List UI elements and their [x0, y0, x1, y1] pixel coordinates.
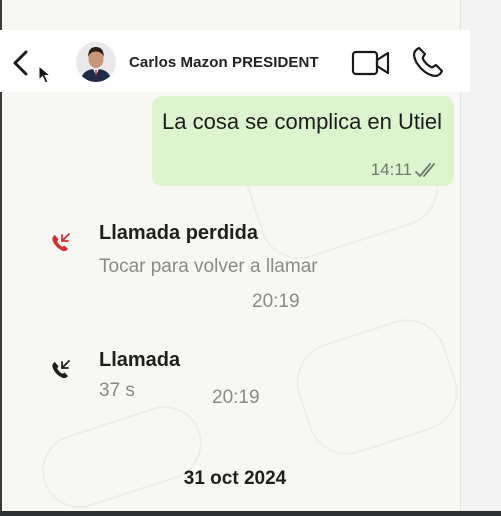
call-time: 20:19: [212, 387, 260, 408]
chat-screen: Carlos Mazon PRESIDENT La cosa se compli…: [0, 0, 501, 516]
chat-header: Carlos Mazon PRESIDENT: [0, 30, 470, 92]
contact-name[interactable]: Carlos Mazon PRESIDENT: [129, 54, 319, 71]
call-title: Llamada perdida: [99, 222, 258, 244]
voice-call-button[interactable]: [410, 44, 446, 80]
call-subtitle: Tocar para volver a llamar: [99, 256, 318, 277]
phone-icon: [412, 46, 444, 78]
chevron-left-icon: [13, 50, 28, 76]
video-call-button[interactable]: [350, 46, 392, 80]
date-separator: 31 oct 2024: [183, 468, 287, 489]
back-button[interactable]: [8, 48, 38, 78]
background-pattern: [32, 396, 212, 516]
call-time: 20:19: [252, 291, 300, 312]
background-pattern: [286, 308, 468, 466]
contact-photo: [76, 42, 116, 82]
call-duration: 37 s: [99, 380, 135, 401]
video-camera-icon: [351, 50, 390, 76]
avatar[interactable]: [76, 42, 116, 82]
missed-call-icon: [52, 233, 70, 252]
message-bubble-outgoing[interactable]: La cosa se complica en Utiel 14:11: [152, 96, 454, 186]
message-time: 14:11: [370, 160, 412, 179]
double-check-icon: [415, 163, 435, 177]
incoming-call-icon: [52, 360, 70, 379]
call-title: Llamada: [99, 349, 181, 371]
bottom-border: [0, 511, 501, 516]
message-text: La cosa se complica en Utiel: [162, 109, 443, 134]
mouse-cursor-icon: [38, 64, 52, 85]
